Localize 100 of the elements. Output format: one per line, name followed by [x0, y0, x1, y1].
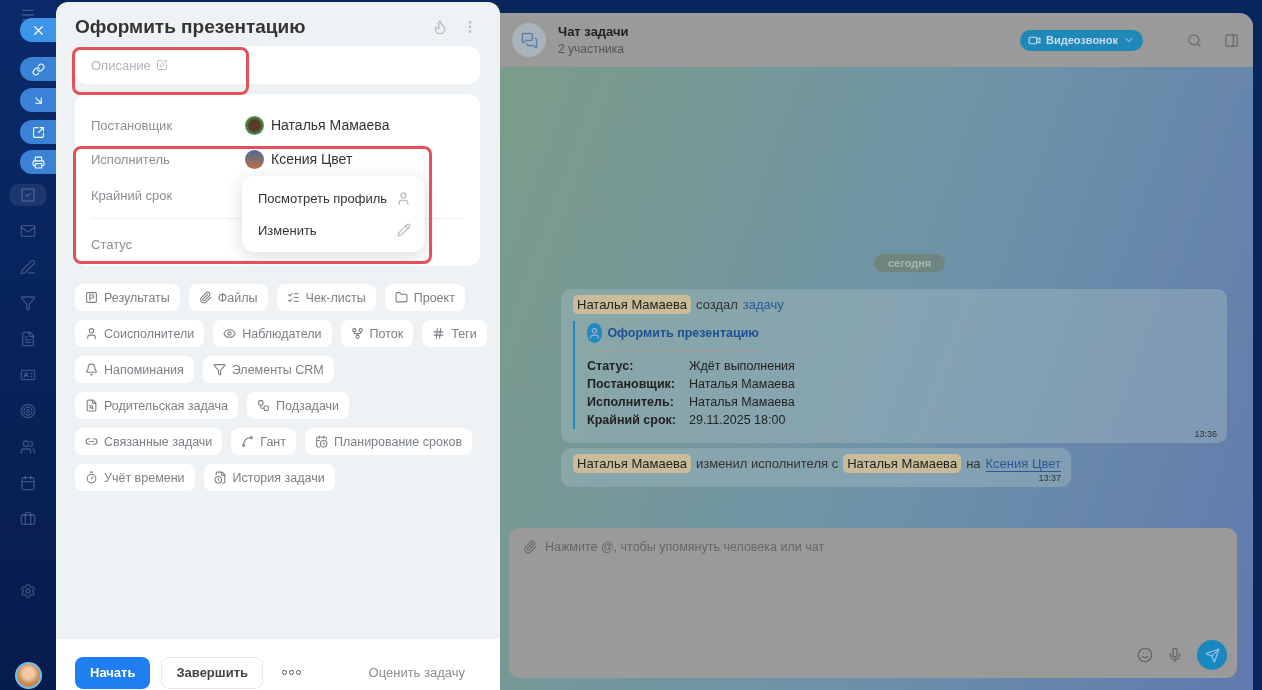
menu-item[interactable]: Посмотреть профиль [242, 182, 425, 214]
field-chip[interactable]: Родительская задача [75, 392, 238, 419]
detail-label: Постановщик: [587, 377, 676, 391]
chat-title: Чат задачи [558, 24, 630, 39]
search-icon[interactable] [1187, 32, 1202, 48]
chat-subtitle: 2 участника [558, 42, 625, 56]
send-icon [1204, 647, 1220, 663]
field-chip[interactable]: Соисполнители [75, 320, 205, 347]
microphone-icon[interactable] [1167, 647, 1183, 663]
checklist-icon [286, 291, 300, 304]
message-text: на [966, 456, 981, 471]
calendar-clock-icon [315, 435, 328, 448]
sidebar-icon[interactable] [20, 511, 36, 527]
sidebar-icon[interactable] [20, 583, 36, 599]
sidebar-icon[interactable] [20, 223, 36, 239]
sidebar-icon[interactable] [20, 331, 36, 347]
finish-button[interactable]: Завершить [161, 656, 263, 689]
sidebar-icon[interactable] [20, 475, 36, 491]
field-chip[interactable]: Элементы CRM [202, 356, 334, 383]
send-button[interactable] [1197, 640, 1227, 670]
link-icon [31, 62, 45, 76]
subtasks-icon [257, 399, 270, 412]
flow-icon [350, 327, 364, 340]
folder-icon [394, 291, 408, 304]
avatar-icon [245, 115, 264, 135]
field-chip[interactable]: Результаты [75, 284, 180, 311]
user-mention[interactable]: Наталья Мамаева [843, 454, 962, 473]
sidebar-icon[interactable] [20, 259, 36, 275]
pencil-icon [397, 223, 411, 237]
user-mention[interactable]: Наталья Мамаева [573, 295, 691, 314]
edit-icon[interactable] [155, 59, 168, 71]
smile-icon[interactable] [1137, 647, 1153, 663]
video-call-button[interactable]: Видеозвонок [1019, 29, 1143, 51]
link[interactable]: Ксения Цвет [985, 455, 1062, 472]
paperclip-icon[interactable] [523, 540, 537, 554]
field-label: Статус [91, 236, 134, 252]
paperclip-icon [198, 291, 212, 304]
hash-icon [432, 327, 446, 340]
field-label: Постановщик [91, 117, 174, 133]
detail-label: Статус: [587, 359, 635, 373]
field-chip[interactable]: Наблюдатели [213, 320, 332, 347]
flame-icon[interactable] [432, 19, 448, 35]
sidebar-icon[interactable] [20, 295, 36, 311]
document-clock-icon [213, 471, 227, 484]
person-chip[interactable]: Ксения Цвет [245, 149, 353, 169]
field-chip[interactable]: Чек-листы [276, 284, 376, 311]
sidebar-icon[interactable] [20, 367, 36, 383]
panel-icon[interactable] [1224, 32, 1239, 48]
description-card[interactable]: Описание [75, 46, 480, 84]
field-chip[interactable]: Проект [384, 284, 465, 311]
field-chip[interactable]: Файлы [188, 284, 268, 311]
detail-value: Наталья Мамаева [689, 395, 795, 409]
link-icon [85, 435, 98, 448]
link[interactable]: задачу [742, 297, 784, 312]
task-link[interactable]: Оформить презентацию [607, 326, 759, 340]
user-icon [85, 327, 98, 340]
message-text: создал [696, 297, 738, 312]
sidebar-icon[interactable] [20, 439, 36, 455]
detail-value: Наталья Мамаева [689, 377, 795, 391]
sidebar-icon[interactable] [20, 403, 36, 419]
gantt-icon [241, 435, 255, 448]
eye-icon [223, 327, 237, 340]
user-icon [396, 190, 411, 206]
timer-icon [85, 471, 98, 484]
message-time: 13:36 [1194, 429, 1217, 439]
field-chip[interactable]: История задачи [203, 464, 335, 491]
start-button[interactable]: Начать [75, 656, 151, 689]
field-label: Крайний срок [91, 187, 174, 203]
chat-avatar [512, 23, 546, 57]
task-title: Оформить презентацию [75, 16, 307, 38]
field-label: Исполнитель [91, 151, 171, 167]
field-chip[interactable]: Напоминания [75, 356, 194, 383]
menu-item[interactable]: Изменить [242, 214, 425, 246]
field-chip[interactable]: Учёт времени [75, 464, 195, 491]
message-time: 13:37 [1038, 473, 1062, 483]
detail-value: Ждёт выполнения [689, 359, 795, 373]
field-chip[interactable]: Теги [422, 320, 487, 347]
date-divider: сегодня [874, 254, 946, 272]
detail-label: Исполнитель: [587, 395, 675, 409]
message-text: изменил исполнителя с [696, 456, 839, 471]
user-mention[interactable]: Наталья Мамаева [573, 454, 691, 473]
funnel-icon [212, 363, 226, 376]
rate-task-button[interactable]: Оценить задачу [362, 664, 471, 681]
detail-label: Крайний срок: [587, 413, 677, 427]
sidebar-icon[interactable] [20, 187, 36, 203]
detail-value: 29.11.2025 18:00 [689, 413, 786, 427]
menu-icon[interactable] [20, 7, 36, 23]
user-icon [587, 323, 603, 343]
person-chip[interactable]: Наталья Мамаева [245, 115, 390, 135]
field-chip[interactable]: Подзадачи [247, 392, 350, 419]
external-link-icon [31, 125, 45, 139]
field-chip[interactable]: Гант [231, 428, 296, 455]
document-search-icon [85, 399, 98, 412]
description-placeholder: Описание [91, 57, 151, 73]
field-chip[interactable]: Планирование сроков [305, 428, 473, 455]
field-chip[interactable]: Поток [340, 320, 414, 347]
field-chip[interactable]: Связанные задачи [75, 428, 223, 455]
avatar-icon [245, 149, 264, 169]
bell-icon [85, 363, 98, 376]
printer-icon [31, 155, 45, 169]
